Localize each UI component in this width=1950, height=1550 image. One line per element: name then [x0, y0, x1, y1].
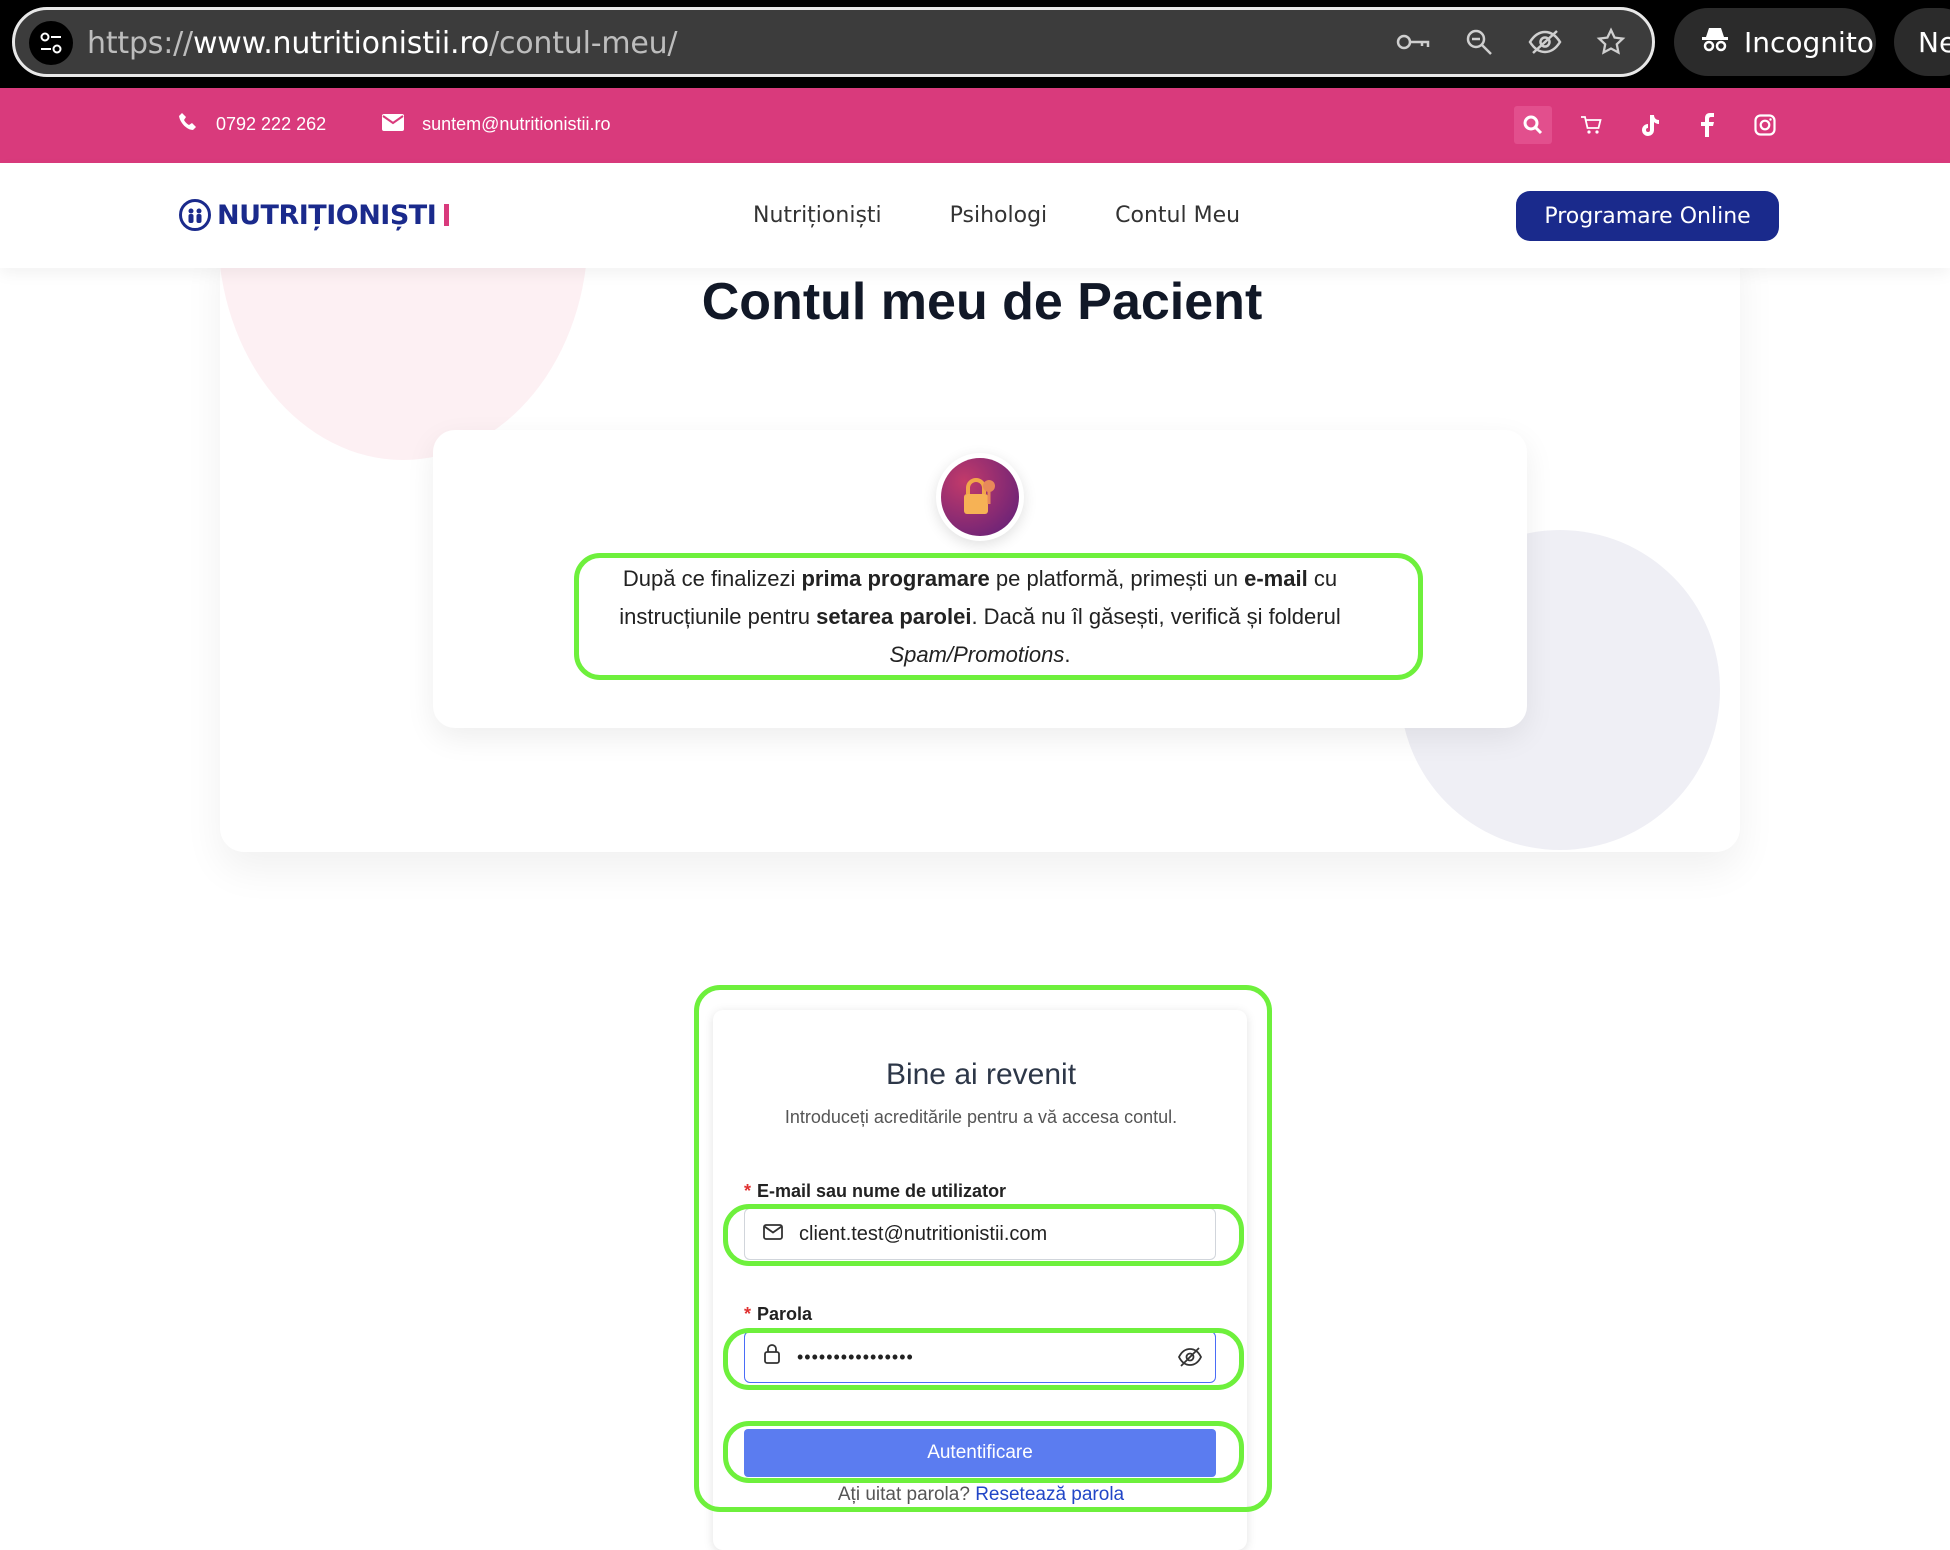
- search-icon[interactable]: [1514, 106, 1552, 144]
- nav-item-nutritionisti[interactable]: Nutriționiști: [753, 203, 882, 228]
- reset-password-link[interactable]: Resetează parola: [975, 1484, 1124, 1505]
- lock-icon: [763, 1344, 781, 1370]
- nav-item-contul-meu[interactable]: Contul Meu: [1115, 203, 1240, 228]
- instagram-icon[interactable]: [1746, 106, 1784, 144]
- tiktok-icon[interactable]: [1630, 106, 1668, 144]
- email-value: client.test@nutritionistii.com: [799, 1222, 1048, 1245]
- password-value: ••••••••••••••••: [797, 1346, 914, 1367]
- browser-toolbar: https://www.nutritionistii.ro/contul-meu…: [0, 0, 1950, 88]
- login-title: Bine ai revenit: [885, 1058, 1077, 1091]
- incognito-badge[interactable]: Incognito: [1674, 8, 1876, 76]
- incognito-label: Incognito: [1744, 25, 1874, 59]
- lock-key-icon: [936, 453, 1024, 541]
- mail-icon: [763, 1223, 783, 1246]
- facebook-icon[interactable]: [1688, 106, 1726, 144]
- address-bar[interactable]: https://www.nutritionistii.ro/contul-meu…: [12, 7, 1655, 77]
- info-text: După ce finalizezi prima programare pe p…: [619, 566, 1341, 667]
- phone-number[interactable]: 0792 222 262: [216, 114, 326, 135]
- phone-icon: [178, 112, 198, 137]
- password-label: * Parola: [744, 1304, 813, 1324]
- cart-icon[interactable]: [1572, 106, 1610, 144]
- logo-mark-icon: [179, 199, 211, 231]
- top-contact-bar: 0792 222 262 suntem@nutritionistii.ro: [0, 88, 1950, 163]
- bookmark-star-icon[interactable]: [1592, 23, 1630, 61]
- logo-accent: [444, 204, 450, 226]
- key-icon[interactable]: [1394, 23, 1432, 61]
- forgot-password-row: Ați uitat parola? Resetează parola: [837, 1484, 1125, 1505]
- page-title: Contul meu de Pacient: [701, 273, 1263, 331]
- main-navigation: NUTRIȚIONIȘTI Nutriționiști Psihologi Co…: [0, 163, 1950, 268]
- nav-item-psihologi[interactable]: Psihologi: [950, 203, 1048, 228]
- email-icon: [382, 113, 405, 136]
- url-text[interactable]: https://www.nutritionistii.ro/contul-meu…: [87, 26, 678, 61]
- programare-online-button[interactable]: Programare Online: [1516, 191, 1779, 241]
- site-info-icon[interactable]: [29, 21, 73, 65]
- zoom-icon[interactable]: [1460, 23, 1498, 61]
- email-field[interactable]: client.test@nutritionistii.com: [744, 1208, 1216, 1260]
- email-address[interactable]: suntem@nutritionistii.ro: [422, 114, 610, 135]
- new-tab-chip[interactable]: Ne: [1894, 8, 1950, 76]
- logo-text: NUTRIȚIONIȘTI: [217, 199, 437, 231]
- autentificare-button[interactable]: Autentificare: [744, 1429, 1216, 1477]
- show-password-icon[interactable]: [1177, 1346, 1203, 1374]
- site-logo[interactable]: NUTRIȚIONIȘTI: [179, 199, 450, 231]
- email-label: * E-mail sau nume de utilizator: [744, 1181, 1007, 1201]
- password-field[interactable]: ••••••••••••••••: [744, 1331, 1216, 1383]
- login-subtitle: Introduceți acreditările pentru a vă acc…: [784, 1107, 1178, 1127]
- incognito-icon: [1700, 25, 1730, 60]
- eye-off-icon[interactable]: [1526, 23, 1564, 61]
